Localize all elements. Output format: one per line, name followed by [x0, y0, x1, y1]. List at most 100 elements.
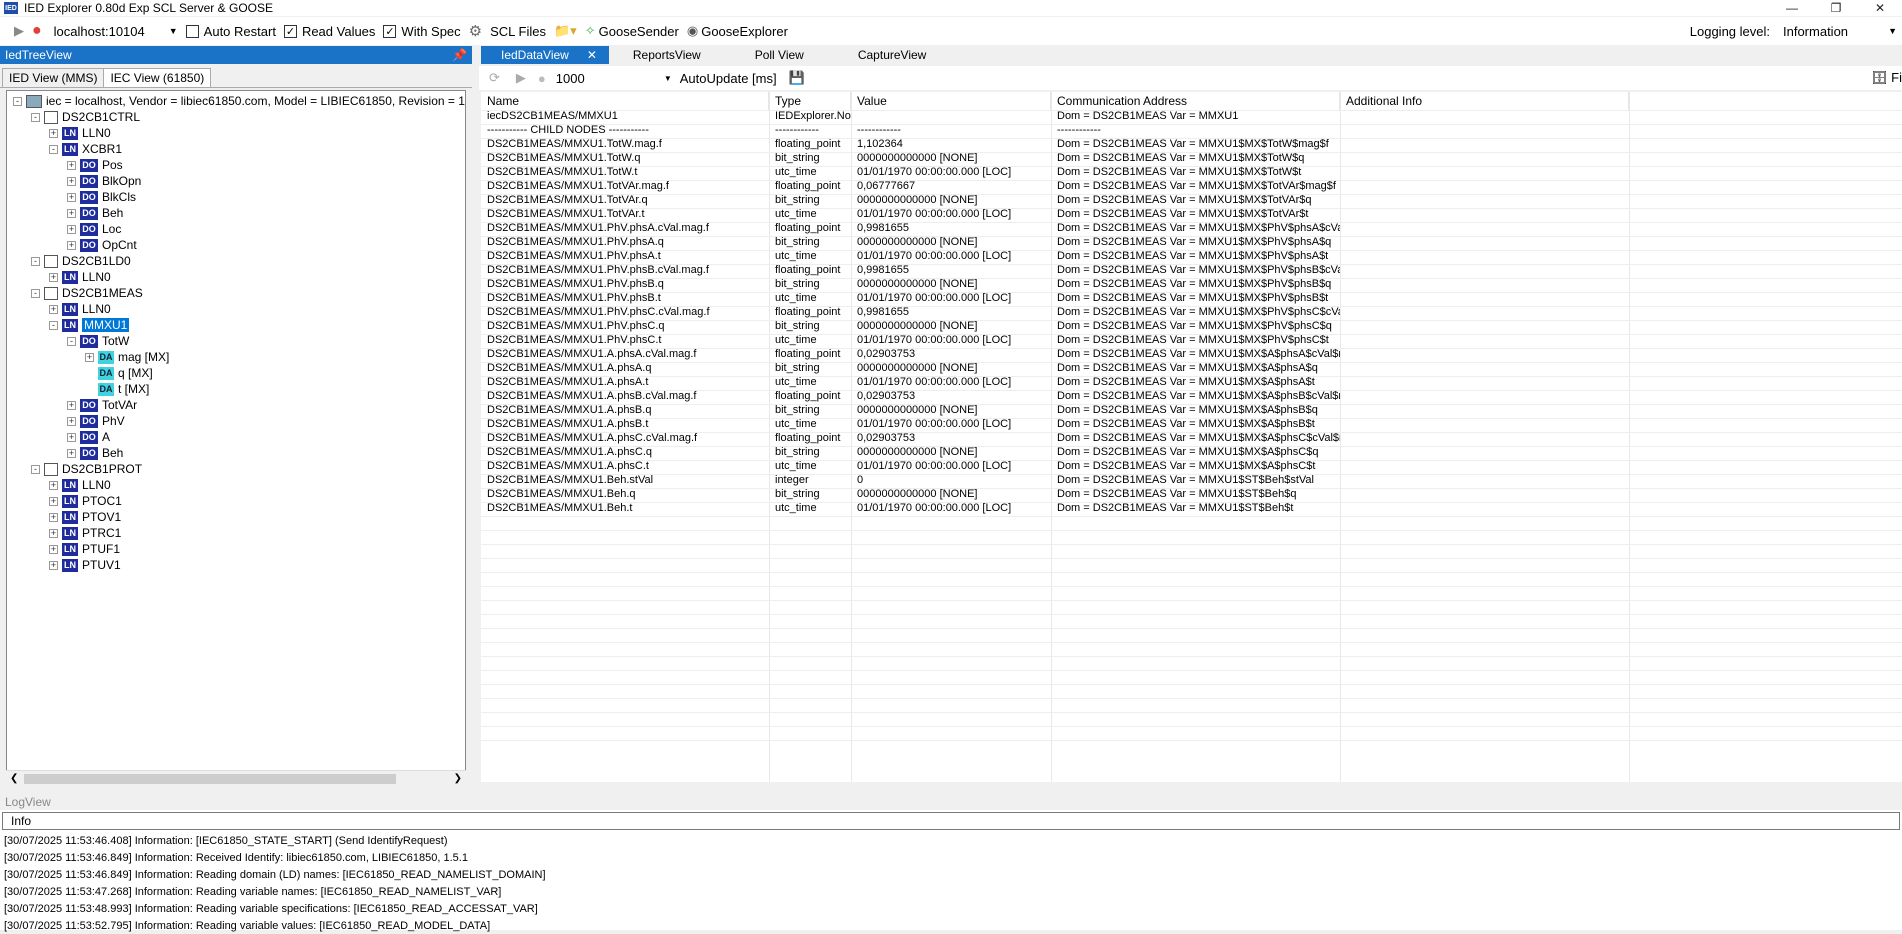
- expand-icon[interactable]: +: [49, 304, 58, 314]
- table-cell[interactable]: 0000000000000 [NONE]: [851, 319, 1051, 333]
- tree-node[interactable]: - LN MMXU1: [49, 317, 130, 333]
- collapse-icon[interactable]: -: [49, 144, 58, 154]
- table-cell[interactable]: DS2CB1MEAS/MMXU1.A.phsA.cVal.mag.f: [481, 347, 769, 361]
- expand-icon[interactable]: +: [67, 448, 76, 458]
- horizontal-scrollbar[interactable]: ❮ ❯: [6, 770, 466, 786]
- interval-combo[interactable]: 1000 ▼: [556, 71, 672, 86]
- auto-restart-checkbox[interactable]: Auto Restart: [185, 24, 276, 39]
- scl-files-button[interactable]: SCL Files: [490, 24, 546, 39]
- table-cell[interactable]: 0000000000000 [NONE]: [851, 403, 1051, 417]
- scroll-left-icon[interactable]: ❮: [10, 773, 18, 784]
- goose-sender-button[interactable]: ✧ GooseSender: [585, 23, 679, 39]
- close-button[interactable]: ✕: [1858, 0, 1902, 16]
- table-cell[interactable]: 0,02903753: [851, 389, 1051, 403]
- table-cell[interactable]: Dom = DS2CB1MEAS Var = MMXU1$MX$PhV$phsC…: [1051, 305, 1340, 319]
- column-header[interactable]: Name: [481, 92, 769, 110]
- table-cell[interactable]: 01/01/1970 00:00:00.000 [LOC]: [851, 375, 1051, 389]
- save-icon[interactable]: 💾: [789, 70, 805, 86]
- table-cell[interactable]: DS2CB1MEAS/MMXU1.A.phsC.t: [481, 459, 769, 473]
- table-cell[interactable]: Dom = DS2CB1MEAS Var = MMXU1$MX$PhV$phsB…: [1051, 291, 1340, 305]
- table-cell[interactable]: Dom = DS2CB1MEAS Var = MMXU1$MX$A$phsA$q: [1051, 361, 1340, 375]
- play-icon[interactable]: ▶: [516, 70, 526, 86]
- table-cell[interactable]: utc_time: [769, 375, 851, 389]
- table-cell[interactable]: 0,06777667: [851, 179, 1051, 193]
- tab-ied-view[interactable]: IED View (MMS): [2, 68, 105, 87]
- expand-icon[interactable]: +: [49, 544, 58, 554]
- find-button[interactable]: 🗄 Fi: [1871, 70, 1902, 86]
- table-cell[interactable]: DS2CB1MEAS/MMXU1.TotVAr.t: [481, 207, 769, 221]
- expand-icon[interactable]: +: [67, 416, 76, 426]
- table-cell[interactable]: integer: [769, 473, 851, 487]
- table-cell[interactable]: 0000000000000 [NONE]: [851, 277, 1051, 291]
- expand-icon[interactable]: +: [67, 208, 76, 218]
- table-cell[interactable]: Dom = DS2CB1MEAS Var = MMXU1$MX$A$phsA$c…: [1051, 347, 1340, 361]
- table-cell[interactable]: Dom = DS2CB1MEAS Var = MMXU1$MX$A$phsA$t: [1051, 375, 1340, 389]
- table-cell[interactable]: utc_time: [769, 333, 851, 347]
- table-cell[interactable]: bit_string: [769, 193, 851, 207]
- table-cell[interactable]: 01/01/1970 00:00:00.000 [LOC]: [851, 459, 1051, 473]
- table-cell[interactable]: DS2CB1MEAS/MMXU1.PhV.phsA.cVal.mag.f: [481, 221, 769, 235]
- column-header[interactable]: Communication Address: [1051, 92, 1340, 110]
- data-grid[interactable]: Name Type Value Communication Address Additi…: [481, 92, 1902, 782]
- expand-icon[interactable]: +: [49, 560, 58, 570]
- with-spec-box[interactable]: ✓: [383, 24, 397, 38]
- with-spec-checkbox[interactable]: ✓ With Spec: [383, 24, 461, 39]
- tree-node[interactable]: + DO Beh: [67, 445, 123, 461]
- expand-icon[interactable]: +: [49, 128, 58, 138]
- tree-node[interactable]: + LN PTRC1: [49, 525, 121, 541]
- table-cell[interactable]: Dom = DS2CB1MEAS Var = MMXU1$ST$Beh$q: [1051, 487, 1340, 501]
- table-cell[interactable]: floating_point: [769, 137, 851, 151]
- table-cell[interactable]: DS2CB1MEAS/MMXU1.PhV.phsC.q: [481, 319, 769, 333]
- table-cell[interactable]: 0000000000000 [NONE]: [851, 151, 1051, 165]
- table-cell[interactable]: Dom = DS2CB1MEAS Var = MMXU1$MX$TotW$mag…: [1051, 137, 1340, 151]
- expand-icon[interactable]: +: [67, 400, 76, 410]
- table-cell[interactable]: 01/01/1970 00:00:00.000 [LOC]: [851, 291, 1051, 305]
- tab-capture-view[interactable]: CaptureView: [846, 46, 938, 64]
- table-cell[interactable]: Dom = DS2CB1MEAS Var = MMXU1$MX$A$phsC$q: [1051, 445, 1340, 459]
- table-cell[interactable]: floating_point: [769, 263, 851, 277]
- tree-node[interactable]: + DO Loc: [67, 221, 121, 237]
- tree-node[interactable]: - LN XCBR1: [49, 141, 122, 157]
- expand-icon[interactable]: +: [49, 496, 58, 506]
- table-cell[interactable]: Dom = DS2CB1MEAS Var = MMXU1$MX$A$phsB$t: [1051, 417, 1340, 431]
- table-cell[interactable]: floating_point: [769, 431, 851, 445]
- table-cell[interactable]: Dom = DS2CB1MEAS Var = MMXU1$MX$TotVAr$q: [1051, 193, 1340, 207]
- table-cell[interactable]: IEDExplorer.Nod...: [769, 109, 851, 123]
- table-cell[interactable]: DS2CB1MEAS/MMXU1.TotVAr.q: [481, 193, 769, 207]
- table-cell[interactable]: utc_time: [769, 165, 851, 179]
- table-cell[interactable]: DS2CB1MEAS/MMXU1.A.phsB.cVal.mag.f: [481, 389, 769, 403]
- table-cell[interactable]: bit_string: [769, 403, 851, 417]
- table-cell[interactable]: DS2CB1MEAS/MMXU1.TotW.mag.f: [481, 137, 769, 151]
- tree-node[interactable]: + LN LLN0: [49, 125, 111, 141]
- expand-icon[interactable]: +: [85, 352, 94, 362]
- column-header[interactable]: Additional Info: [1340, 92, 1629, 110]
- table-cell[interactable]: floating_point: [769, 179, 851, 193]
- expand-icon[interactable]: +: [67, 240, 76, 250]
- table-cell[interactable]: 0000000000000 [NONE]: [851, 361, 1051, 375]
- table-cell[interactable]: DS2CB1MEAS/MMXU1.PhV.phsC.t: [481, 333, 769, 347]
- tree-node[interactable]: - DS2CB1MEAS: [31, 285, 143, 301]
- tree-node[interactable]: + LN PTOV1: [49, 509, 121, 525]
- expand-icon[interactable]: +: [67, 160, 76, 170]
- table-cell[interactable]: Dom = DS2CB1MEAS Var = MMXU1$MX$PhV$phsA…: [1051, 235, 1340, 249]
- tree-node[interactable]: + DO Beh: [67, 205, 123, 221]
- tree-node[interactable]: + LN PTUF1: [49, 541, 120, 557]
- table-cell[interactable]: 0000000000000 [NONE]: [851, 487, 1051, 501]
- table-cell[interactable]: DS2CB1MEAS/MMXU1.Beh.stVal: [481, 473, 769, 487]
- table-cell[interactable]: Dom = DS2CB1MEAS Var = MMXU1$ST$Beh$t: [1051, 501, 1340, 515]
- tab-reports-view[interactable]: ReportsView: [621, 46, 713, 64]
- table-cell[interactable]: utc_time: [769, 501, 851, 515]
- table-cell[interactable]: DS2CB1MEAS/MMXU1.PhV.phsB.q: [481, 277, 769, 291]
- table-cell[interactable]: ----------- CHILD NODES -----------: [481, 123, 769, 137]
- scroll-thumb[interactable]: [24, 774, 396, 784]
- table-cell[interactable]: DS2CB1MEAS/MMXU1.A.phsA.q: [481, 361, 769, 375]
- table-cell[interactable]: Dom = DS2CB1MEAS Var = MMXU1$MX$PhV$phsA…: [1051, 249, 1340, 263]
- table-cell[interactable]: ------------: [769, 123, 851, 137]
- folder-icon[interactable]: 📁▾: [554, 23, 577, 39]
- collapse-icon[interactable]: -: [31, 256, 40, 266]
- tree-node[interactable]: + LN LLN0: [49, 269, 111, 285]
- table-cell[interactable]: 0: [851, 473, 1051, 487]
- table-cell[interactable]: DS2CB1MEAS/MMXU1.PhV.phsB.t: [481, 291, 769, 305]
- table-cell[interactable]: DS2CB1MEAS/MMXU1.Beh.q: [481, 487, 769, 501]
- tree-node[interactable]: + LN LLN0: [49, 301, 111, 317]
